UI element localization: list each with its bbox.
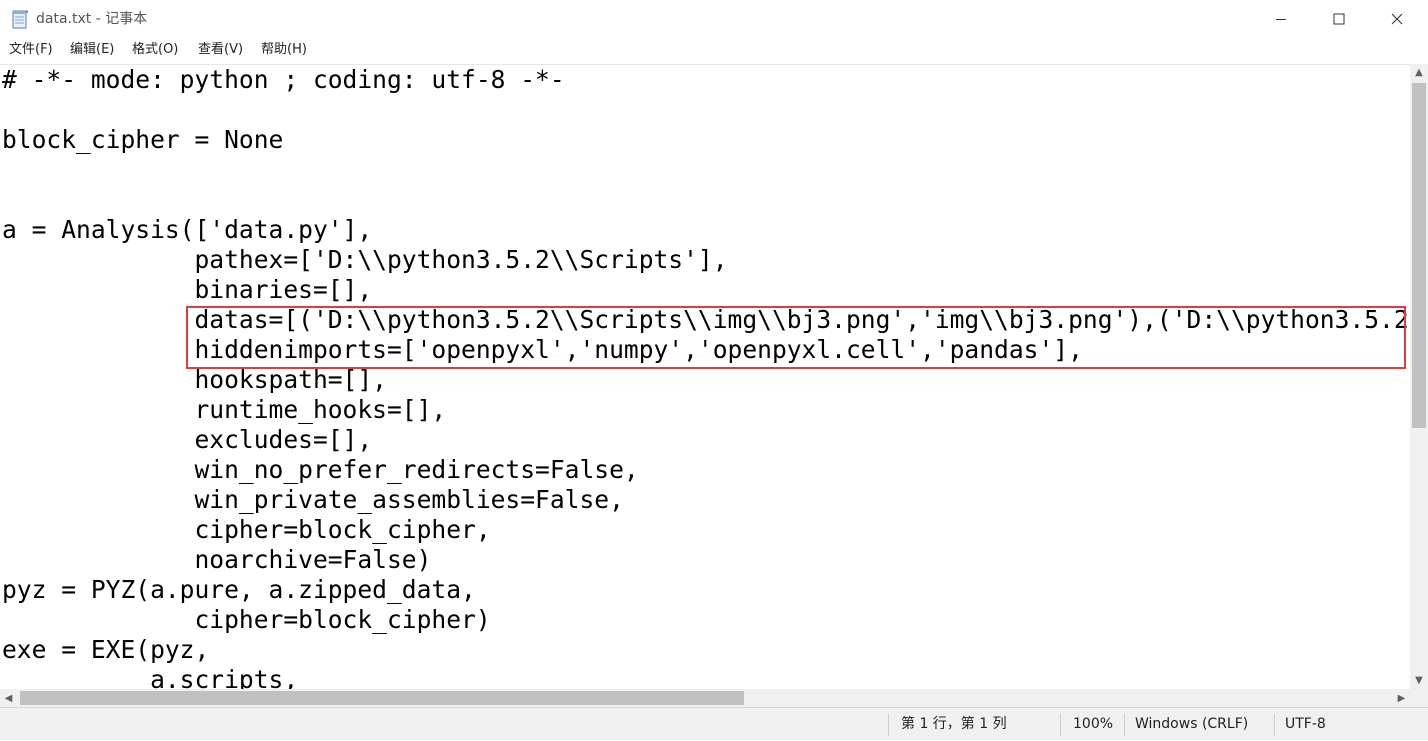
maximize-button[interactable] (1310, 0, 1368, 38)
code-line[interactable]: block_cipher = None (2, 125, 1410, 155)
vertical-scrollbar[interactable]: ▲ ▼ (1410, 64, 1428, 689)
horizontal-scrollbar[interactable]: ◀ ▶ (0, 689, 1410, 707)
scrollbar-corner (1410, 689, 1428, 707)
horizontal-scroll-thumb[interactable] (20, 691, 744, 705)
maximize-icon (1333, 13, 1345, 25)
line-ending: Windows (CRLF) (1135, 716, 1249, 732)
code-line[interactable]: a.scripts, (2, 665, 1410, 690)
arrow-left-icon[interactable]: ◀ (0, 689, 17, 707)
menu-bar: 文件(F) 编辑(E) 格式(O) 查看(V) 帮助(H) (0, 38, 1428, 62)
code-line[interactable]: win_private_assemblies=False, (2, 485, 1410, 515)
title-bar: data.txt - 记事本 (0, 0, 1428, 38)
minimize-icon (1275, 13, 1287, 25)
code-line[interactable]: binaries=[], (2, 275, 1410, 305)
menu-help[interactable]: 帮助(H) (259, 38, 309, 62)
zoom-level: 100% (1073, 716, 1114, 732)
code-line[interactable]: noarchive=False) (2, 545, 1410, 575)
status-separator (1124, 714, 1125, 736)
code-line[interactable]: hookspath=[], (2, 365, 1410, 395)
code-line[interactable]: cipher=block_cipher, (2, 515, 1410, 545)
text-editor[interactable]: # -*- mode: python ; coding: utf-8 -*- bl… (0, 64, 1410, 690)
status-separator (888, 714, 889, 736)
status-separator (1274, 714, 1275, 736)
minimize-button[interactable] (1252, 0, 1310, 38)
highlight-annotation-box (186, 306, 1406, 369)
code-line[interactable]: runtime_hooks=[], (2, 395, 1410, 425)
status-separator (1060, 714, 1061, 736)
code-line[interactable] (2, 155, 1410, 185)
code-line[interactable]: # -*- mode: python ; coding: utf-8 -*- (2, 65, 1410, 95)
code-line[interactable]: a = Analysis(['data.py'], (2, 215, 1410, 245)
menu-edit[interactable]: 编辑(E) (68, 38, 116, 62)
code-line[interactable] (2, 185, 1410, 215)
code-line[interactable]: exe = EXE(pyz, (2, 635, 1410, 665)
code-line[interactable]: pathex=['D:\\python3.5.2\\Scripts'], (2, 245, 1410, 275)
menu-format[interactable]: 格式(O) (130, 38, 180, 62)
menu-file[interactable]: 文件(F) (7, 38, 55, 62)
vertical-scroll-thumb[interactable] (1412, 83, 1426, 428)
code-line[interactable] (2, 95, 1410, 125)
menu-view[interactable]: 查看(V) (196, 38, 245, 62)
cursor-position: 第 1 行，第 1 列 (901, 716, 1007, 732)
status-bar: 第 1 行，第 1 列 100% Windows (CRLF) UTF-8 (0, 707, 1428, 740)
editor-content[interactable]: # -*- mode: python ; coding: utf-8 -*- bl… (2, 65, 1410, 690)
code-line[interactable]: pyz = PYZ(a.pure, a.zipped_data, (2, 575, 1410, 605)
notepad-icon (11, 9, 29, 29)
arrow-right-icon[interactable]: ▶ (1393, 689, 1410, 707)
close-icon (1391, 13, 1403, 25)
code-line[interactable]: cipher=block_cipher) (2, 605, 1410, 635)
code-line[interactable]: win_no_prefer_redirects=False, (2, 455, 1410, 485)
window-title: data.txt - 记事本 (36, 11, 148, 27)
arrow-down-icon[interactable]: ▼ (1410, 672, 1428, 689)
arrow-up-icon[interactable]: ▲ (1410, 64, 1428, 81)
close-button[interactable] (1368, 0, 1426, 38)
code-line[interactable]: excludes=[], (2, 425, 1410, 455)
encoding: UTF-8 (1285, 716, 1326, 732)
